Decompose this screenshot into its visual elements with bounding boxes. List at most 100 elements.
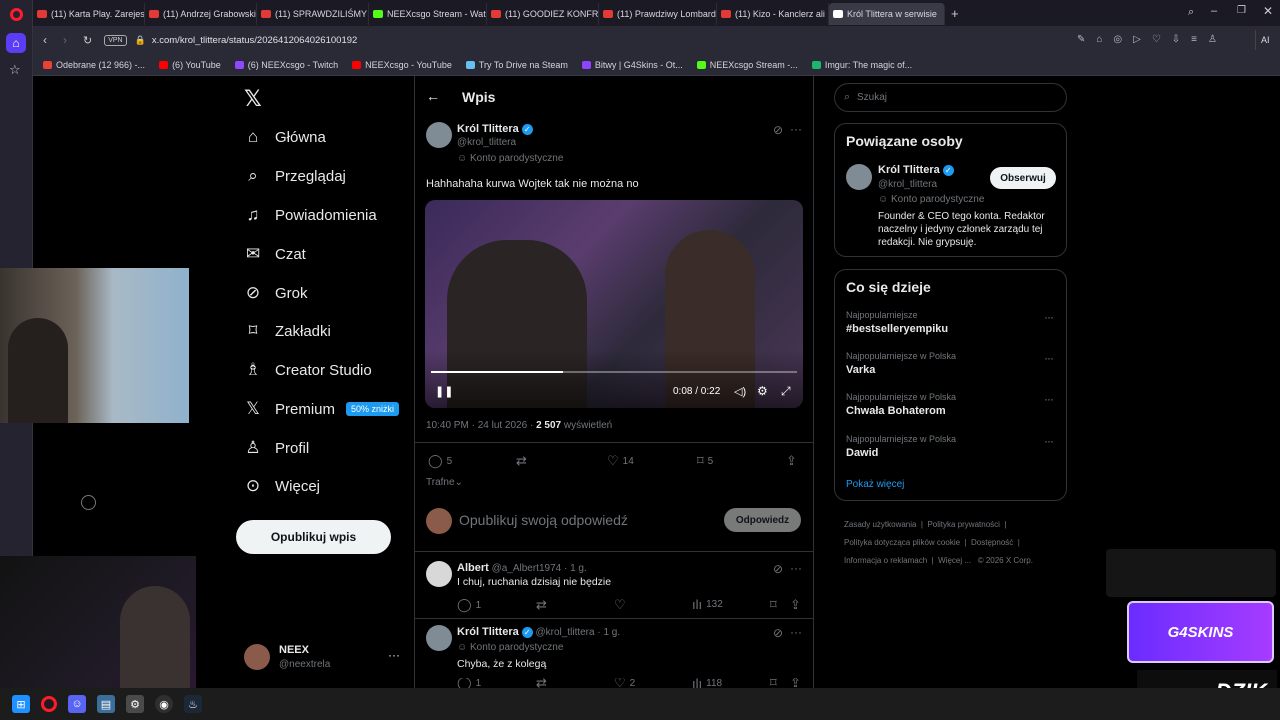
bookmark-action[interactable]: ⌑ 5 [697,453,713,469]
follow-button[interactable]: Obserwuj [990,167,1056,189]
new-tab-icon[interactable]: + [951,6,959,21]
nav-explore[interactable]: ⌕ Przeglądaj [244,162,346,190]
grok-analyze-icon[interactable]: ⊘ [773,562,783,576]
post-button[interactable]: Opublikuj wpis [236,520,391,554]
fullscreen-icon[interactable]: ⤢ [781,384,791,399]
browser-tab[interactable]: NEEXcsgo Stream - Watch [369,3,487,25]
browser-tab[interactable]: (11) GOODIEZ KONFRONT [487,3,599,25]
reply-input[interactable]: Opublikuj swoją odpowiedź [459,512,628,528]
nav-chat[interactable]: ✉ Czat [244,240,306,268]
footer-link[interactable]: Zasady użytkowania [844,520,916,529]
account-switcher[interactable]: NEEX @neextrela ··· [244,643,404,673]
avatar[interactable] [426,122,452,148]
windows-start-icon[interactable]: ⊞ [12,695,30,713]
repost-action[interactable]: ⇄ [516,453,531,469]
restore-icon[interactable]: ❐ [1237,5,1246,16]
author-handle[interactable]: @krol_tlittera [457,137,516,148]
reply-author-handle[interactable]: @a_Albert1974 · 1 g. [492,563,587,574]
x-logo-icon[interactable]: 𝕏 [244,86,262,112]
explorer-icon[interactable]: ▤ [97,695,115,713]
post-timestamp[interactable]: 10:40 PM · 24 lut 2026 · [426,420,536,431]
post-more-icon[interactable]: ··· [790,625,802,639]
show-more-link[interactable]: Pokaż więcej [846,479,904,490]
home-sidebar-icon[interactable]: ⌂ [6,33,26,53]
more-dots-icon[interactable]: ··· [388,648,400,662]
star-sidebar-icon[interactable]: ☆ [9,62,21,78]
trend-more-icon[interactable]: ··· [1044,434,1054,448]
like-action[interactable]: ♡ [614,597,630,613]
sort-replies[interactable]: Trafne⌄ [426,477,463,488]
avatar[interactable] [426,561,452,587]
reply-author-handle[interactable]: @krol_tlittera · 1 g. [536,627,621,638]
related-name[interactable]: Król Tlittera [878,164,940,176]
opera-taskbar-icon[interactable] [41,696,57,712]
bookmark-item[interactable]: Bitwy | G4Skins - Ot... [581,60,683,70]
bookmark-item[interactable]: Imgur: The magic of... [811,60,912,70]
browser-tab[interactable]: (11) Andrzej Grabowski w [145,3,257,25]
browser-tab[interactable]: (11) Prawdziwy Lombard [599,3,717,25]
share-action[interactable]: ⇪ [790,597,805,613]
reply-button[interactable]: Odpowiedz [724,508,801,532]
close-window-icon[interactable]: ✕ [1263,4,1273,18]
nav-more[interactable]: ⊙ Więcej [244,472,320,500]
bookmark-item[interactable]: (6) NEEXcsgo - Twitch [234,60,338,70]
reply-action[interactable]: ◯ 5 [428,453,452,469]
steam-taskbar-icon[interactable]: ♨ [184,695,202,713]
avatar[interactable] [846,164,872,190]
aria-ai-button[interactable]: AI [1255,30,1277,50]
search-box[interactable]: ⌕ Szukaj [834,83,1067,112]
minimize-icon[interactable]: – [1211,5,1217,17]
settings-taskbar-icon[interactable]: ⚙ [126,695,144,713]
search-input[interactable]: Szukaj [857,92,887,103]
views-action[interactable]: ılı 132 [692,597,723,612]
footer-link[interactable]: Polityka prywatności [927,520,999,529]
url-field[interactable]: x.com/krol_tlittera/status/2026412064026… [152,35,357,46]
bookmark-item[interactable]: Try To Drive na Steam [465,60,568,70]
obs-icon[interactable]: ◉ [155,695,173,713]
forward-icon[interactable]: › [63,33,67,47]
grok-analyze-icon[interactable]: ⊘ [773,626,783,640]
nav-notifications[interactable]: ♫ Powiadomienia [244,201,377,229]
views-action[interactable]: ılı 118 [692,678,722,688]
share-action[interactable]: ⇪ [786,453,801,469]
trend-more-icon[interactable]: ··· [1044,351,1054,365]
nav-premium[interactable]: 𝕏 Premium 50% zniżki [244,395,400,423]
footer-link[interactable]: Więcej ... [938,556,971,565]
bookmark-item[interactable]: Odebrane (12 966) -... [43,60,145,70]
reload-icon[interactable]: ↻ [83,34,92,47]
trend-item[interactable]: Najpopularniejsze #bestselleryempiku [846,310,1056,335]
repost-action[interactable]: ⇄ [536,678,551,688]
share-action[interactable]: ⇪ [790,678,805,688]
opera-logo-icon[interactable] [10,8,23,21]
browser-tab-active[interactable]: Król Tlittera w serwisie [829,3,945,25]
related-handle[interactable]: @krol_tlittera [878,179,937,190]
bookmark-item[interactable]: (6) YouTube [159,60,221,70]
vpn-badge[interactable]: VPN [104,34,127,46]
trend-more-icon[interactable]: ··· [1044,310,1054,324]
footer-link[interactable]: Informacja o reklamach [844,556,927,565]
trend-item[interactable]: Najpopularniejsze w Polska Dawid [846,434,1056,459]
nav-home[interactable]: ⌂ Główna [244,123,326,151]
bookmark-item[interactable]: NEEXcsgo Stream -... [696,60,798,70]
bookmark-action[interactable]: ⌑ [770,597,781,613]
footer-link[interactable]: Dostępność [971,538,1013,547]
browser-tab[interactable]: (11) SPRAWDZILIŚMY NO [257,3,369,25]
bookmark-action[interactable]: ⌑ [770,678,781,688]
nav-bookmarks[interactable]: ⌑ Zakładki [244,317,331,345]
video-progress-track[interactable] [431,371,797,373]
reply-action[interactable]: ◯ 1 [457,597,481,613]
nav-grok[interactable]: ⊘ Grok [244,279,308,307]
browser-tab[interactable]: (11) Karta Play. Zarejestruj [33,3,145,25]
discord-icon[interactable]: ☺ [68,695,86,713]
reply-author-name[interactable]: Albert [457,562,489,574]
post-more-icon[interactable]: ··· [790,561,802,575]
trend-item[interactable]: Najpopularniejsze w Polska Varka [846,351,1056,376]
like-action[interactable]: ♡ 2 [614,678,635,688]
nav-creator-studio[interactable]: ♗ Creator Studio [244,356,371,384]
video-player[interactable]: ❚❚ 0:08 / 0:22 ◁) ⚙ ⤢ [425,200,803,408]
repost-action[interactable]: ⇄ [536,597,551,613]
pause-icon[interactable]: ❚❚ [435,385,453,398]
author-name[interactable]: Król Tlittera [457,123,519,135]
footer-link[interactable]: Polityka dotycząca plików cookie [844,538,960,547]
trend-item[interactable]: Najpopularniejsze w Polska Chwała Bohater… [846,392,1056,417]
